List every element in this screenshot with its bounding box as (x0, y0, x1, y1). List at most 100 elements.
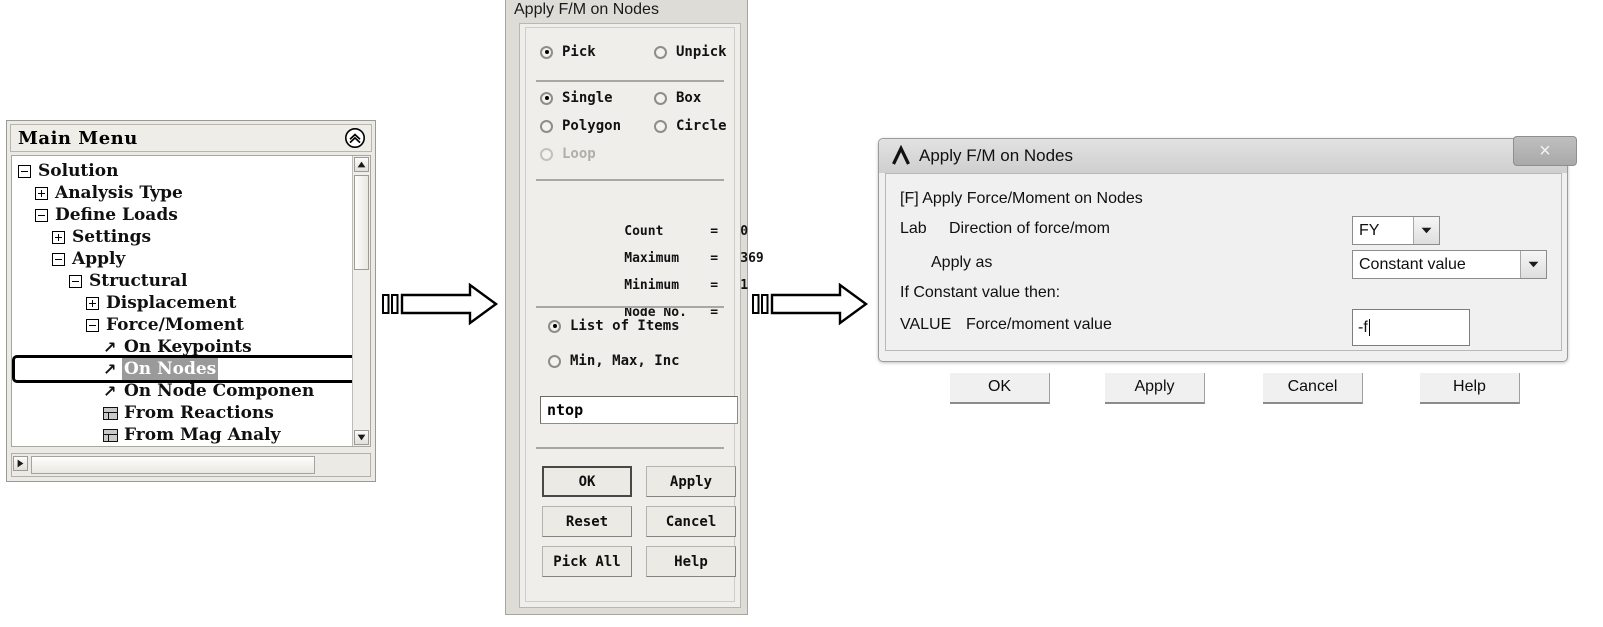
collapse-minus-icon[interactable] (69, 274, 82, 288)
radio-single-indicator[interactable] (540, 91, 553, 105)
radio-list-of-items[interactable]: List of Items (548, 318, 680, 334)
expand-plus-icon[interactable] (52, 230, 65, 244)
tree-item-label: Displacement (106, 293, 237, 313)
tree-item-analysis-type[interactable]: Analysis Type (14, 182, 352, 204)
fm-ok-button[interactable]: OK (950, 373, 1050, 404)
radio-pick-indicator[interactable] (540, 45, 553, 59)
pick-arrow-icon: ↗ (103, 337, 117, 357)
tree-item-solution[interactable]: Solution (14, 160, 352, 182)
main-menu-tree[interactable]: Solution Analysis Type Define Loads Setting… (12, 156, 352, 446)
fm-apply-button[interactable]: Apply (1105, 373, 1205, 404)
pick-arrow-icon: ↗ (103, 381, 117, 401)
stat-minimum-label: Minimum (624, 278, 680, 293)
picker-cancel-button[interactable]: Cancel (646, 506, 736, 537)
fm-value-text: Force/moment value (966, 316, 1112, 333)
chevron-down-icon[interactable] (1413, 217, 1439, 244)
tree-item-from-reactions[interactable]: From Reactions (14, 402, 352, 424)
picker-pick-all-button[interactable]: Pick All (542, 546, 632, 577)
force-moment-value-text: -f (1358, 318, 1368, 336)
tree-item-from-mag-analy[interactable]: From Mag Analy (14, 424, 352, 446)
chevron-down-icon[interactable] (1520, 251, 1546, 278)
picker-apply-button[interactable]: Apply (646, 466, 736, 497)
collapse-minus-icon[interactable] (18, 164, 31, 178)
radio-box[interactable]: Box (654, 90, 701, 106)
tree-item-on-keypoints[interactable]: ↗ On Keypoints (14, 336, 352, 358)
tree-item-force-moment[interactable]: Force/Moment (14, 314, 352, 336)
node-list-input[interactable] (540, 396, 738, 424)
radio-min-max-inc[interactable]: Min, Max, Inc (548, 353, 680, 369)
chevron-double-up-icon[interactable] (344, 127, 366, 149)
tree-item-label: On Node Componen (124, 381, 315, 401)
tree-item-on-nodes[interactable]: ↗ On Nodes (14, 358, 352, 380)
collapse-minus-icon[interactable] (52, 252, 65, 266)
picker-divider-3 (536, 306, 724, 308)
radio-polygon[interactable]: Polygon (540, 118, 621, 134)
radio-min-max-inc-indicator[interactable] (548, 354, 561, 368)
tree-horizontal-scrollbar[interactable] (11, 453, 371, 477)
picker-divider-2 (536, 179, 724, 181)
radio-list-of-items-label: List of Items (570, 318, 680, 334)
close-icon[interactable]: × (1513, 136, 1577, 166)
tree-item-label: Structural (89, 271, 188, 291)
radio-loop-indicator (540, 147, 553, 161)
node-picker-dialog: Apply F/M on Nodes Pick Unpick Single Bo… (505, 0, 764, 615)
fm-apply-as-label: Apply as (931, 254, 993, 271)
radio-single[interactable]: Single (540, 90, 613, 106)
fm-cancel-button[interactable]: Cancel (1263, 373, 1363, 404)
triangle-up-icon[interactable] (354, 157, 369, 172)
arrow-picker-to-dialog (752, 282, 870, 331)
node-list-input-wrap[interactable] (540, 396, 738, 424)
tree-item-on-node-componen[interactable]: ↗ On Node Componen (14, 380, 352, 402)
apply-as-dropdown[interactable]: Constant value (1352, 250, 1547, 279)
tree-vertical-scrollbar[interactable] (352, 156, 370, 446)
fm-dialog-titlebar[interactable]: Apply F/M on Nodes × (879, 136, 1577, 173)
tree-item-settings[interactable]: Settings (14, 226, 352, 248)
direction-of-force-dropdown[interactable]: FY (1352, 216, 1440, 245)
collapse-minus-icon[interactable] (35, 208, 48, 222)
radio-pick[interactable]: Pick (540, 44, 596, 60)
tree-item-label: From Reactions (124, 403, 274, 423)
radio-circle-indicator[interactable] (654, 119, 667, 133)
tree-horizontal-scroll-thumb[interactable] (31, 456, 315, 474)
picker-title: Apply F/M on Nodes (514, 1, 659, 18)
radio-box-label: Box (676, 90, 702, 106)
tree-item-structural[interactable]: Structural (14, 270, 352, 292)
picker-help-button[interactable]: Help (646, 546, 736, 577)
radio-unpick[interactable]: Unpick (654, 44, 727, 60)
radio-polygon-indicator[interactable] (540, 119, 553, 133)
radio-min-max-inc-label: Min, Max, Inc (570, 353, 680, 369)
triangle-right-icon[interactable] (13, 456, 28, 471)
radio-pick-label: Pick (562, 44, 596, 60)
radio-loop: Loop (540, 146, 596, 162)
tree-item-label: On Keypoints (124, 337, 252, 357)
tree-vertical-scroll-thumb[interactable] (354, 175, 369, 270)
tree-item-define-loads[interactable]: Define Loads (14, 204, 352, 226)
tree-item-apply[interactable]: Apply (14, 248, 352, 270)
stat-count-eq: = (710, 224, 719, 239)
expand-plus-icon[interactable] (86, 296, 99, 310)
radio-unpick-label: Unpick (676, 44, 727, 60)
radio-box-indicator[interactable] (654, 91, 667, 105)
direction-of-force-value: FY (1359, 221, 1380, 239)
collapse-minus-icon[interactable] (86, 318, 99, 332)
ansys-lambda-icon (890, 144, 912, 167)
stat-maximum-value: 369 (740, 251, 764, 266)
fm-lab-text: Direction of force/mom (949, 220, 1110, 237)
fm-command-line: [F] Apply Force/Moment on Nodes (900, 190, 1143, 207)
tree-item-displacement[interactable]: Displacement (14, 292, 352, 314)
tree-item-label: Apply (72, 249, 126, 269)
triangle-down-icon[interactable] (354, 430, 369, 445)
radio-polygon-label: Polygon (562, 118, 622, 134)
tree-item-label: Settings (72, 227, 152, 247)
radio-unpick-indicator[interactable] (654, 45, 667, 59)
picker-ok-button[interactable]: OK (542, 466, 632, 497)
main-menu-tree-container: Solution Analysis Type Define Loads Setting… (11, 155, 371, 447)
expand-plus-icon[interactable] (35, 186, 48, 200)
pick-mode-group: Pick (540, 44, 596, 60)
force-moment-value-input[interactable]: -f (1352, 309, 1470, 346)
radio-list-of-items-indicator[interactable] (548, 319, 561, 333)
picker-reset-button[interactable]: Reset (542, 506, 632, 537)
fm-constant-note: If Constant value then: (900, 284, 1061, 301)
fm-help-button[interactable]: Help (1420, 373, 1520, 404)
radio-circle[interactable]: Circle (654, 118, 727, 134)
